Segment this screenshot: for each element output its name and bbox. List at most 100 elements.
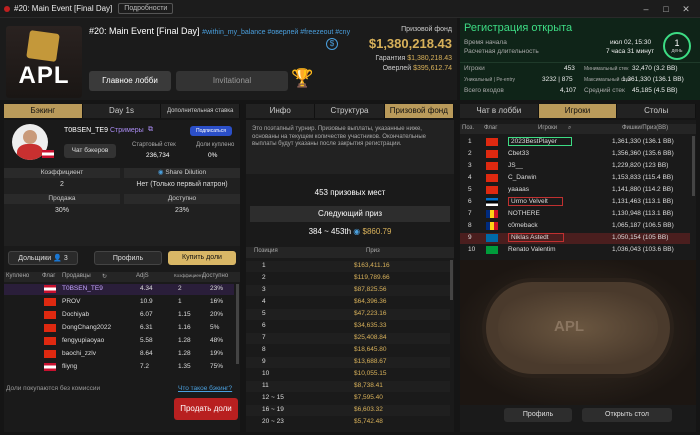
- cn-flag-icon: [486, 138, 498, 146]
- maximize-icon[interactable]: □: [660, 3, 672, 15]
- open-table-button[interactable]: Открыть стол: [582, 408, 672, 422]
- what-is-backing-link[interactable]: Что такое бэкинг?: [178, 385, 232, 392]
- scrollbar[interactable]: [236, 284, 239, 364]
- prize-amount: $5,742.48: [354, 418, 383, 425]
- tab-side-bet[interactable]: Дополнительная ставка: [161, 104, 241, 118]
- tab-info[interactable]: Инфо: [246, 104, 316, 118]
- table-row[interactable]: 1 2023BestPlayer 1,361,330 (136.1 BB): [460, 137, 690, 148]
- col-sellers[interactable]: Продавцы: [62, 273, 91, 279]
- table-row[interactable]: 4 C_Darwin 1,153,833 (115.4 BB): [460, 173, 690, 184]
- table-row: 2 $119,789.66: [246, 273, 450, 284]
- table-row[interactable]: fengyupiaoyao 5.58 1.28 48%: [4, 336, 234, 347]
- tab-tables[interactable]: Столы: [617, 104, 697, 118]
- table-row[interactable]: 7 NOTHERE 1,130,948 (113.1 BB): [460, 209, 690, 220]
- trophy-icon: 🏆: [291, 68, 314, 88]
- table-row[interactable]: 10 Renato Valentim 1,036,043 (103.6 BB): [460, 245, 690, 256]
- col-adjs[interactable]: AdjS: [136, 273, 149, 279]
- table-row[interactable]: T0BSEN_TE9 4.34 2 23%: [4, 284, 234, 295]
- scrollbar[interactable]: [450, 260, 453, 300]
- player-name: yaaaas: [508, 186, 529, 193]
- col-chips[interactable]: Фишки/Приз(BB): [622, 125, 668, 131]
- seller-coefficient: 1: [178, 298, 182, 305]
- prize-amount: $6,603.32: [354, 406, 383, 413]
- col-bought[interactable]: Куплено: [6, 273, 29, 279]
- shareholders-count: 3: [63, 255, 68, 262]
- table-logo: APL: [554, 318, 584, 335]
- prize-amount: $34,635.33: [354, 322, 387, 329]
- close-icon[interactable]: ✕: [680, 3, 692, 15]
- table-row[interactable]: 2 Cbet33 1,356,360 (135.6 BB): [460, 149, 690, 160]
- table-row[interactable]: Dochiyab 6.07 1.15 20%: [4, 310, 234, 321]
- backers-chat-button[interactable]: Чат бэкеров: [64, 144, 116, 158]
- sell-shares-button[interactable]: Продать доли: [174, 398, 238, 420]
- profile-button[interactable]: Профиль: [94, 251, 162, 265]
- seller-adj: 6.31: [140, 324, 153, 331]
- seller-available: 20%: [210, 311, 224, 318]
- tab-prize-pool[interactable]: Призовой фонд: [384, 104, 454, 118]
- search-icon[interactable]: ⌕: [568, 125, 571, 132]
- table-row[interactable]: 8 c0meback 1,065,187 (106.5 BB): [460, 221, 690, 232]
- tab-players[interactable]: Игроки: [538, 104, 618, 118]
- refresh-icon[interactable]: ↻: [102, 273, 107, 280]
- table-row[interactable]: DongChang2022 6.31 1.16 5%: [4, 323, 234, 334]
- main-lobby-button[interactable]: Главное лобби: [89, 71, 171, 91]
- col-pos[interactable]: Поз.: [462, 125, 474, 131]
- streamers-link[interactable]: Стримеры: [110, 127, 144, 134]
- seller-coefficient: 1.16: [178, 324, 191, 331]
- prize-position: 16 ~ 19: [262, 406, 284, 413]
- table-row: 5 $47,223.16: [246, 309, 450, 320]
- minimize-icon[interactable]: –: [640, 3, 652, 15]
- table-row[interactable]: 9 Niklas Astedt 1,050,154 (105 BB): [460, 233, 690, 244]
- cn-flag-icon: [486, 186, 498, 194]
- col-flag[interactable]: Флаг: [42, 273, 55, 279]
- sellers-table-header: Куплено Флаг Продавцы ↻ AdjS Коэффициент…: [4, 272, 240, 282]
- registration-status: Регистрация открыта: [464, 22, 573, 34]
- table-row[interactable]: 5 yaaaas 1,141,880 (114.2 BB): [460, 185, 690, 196]
- table-row[interactable]: PROV 10.9 1 16%: [4, 297, 234, 308]
- coin-icon: ◉: [353, 227, 363, 236]
- left-tabs: Бэкинг Day 1s Дополнительная ставка: [4, 104, 241, 118]
- registration-panel: Регистрация открыта Время начала июл 02,…: [460, 18, 700, 100]
- col-flag[interactable]: Флаг: [484, 125, 497, 131]
- tab-backing[interactable]: Бэкинг: [4, 104, 83, 118]
- external-link-icon[interactable]: ⧉: [148, 126, 153, 134]
- player-profile-button[interactable]: Профиль: [504, 408, 572, 422]
- col-coefficient[interactable]: Коэффициент: [174, 273, 203, 278]
- player-name: Cbet33: [508, 150, 529, 157]
- scrollbar[interactable]: [692, 136, 695, 196]
- details-button[interactable]: Подробности: [118, 3, 174, 14]
- tab-lobby-chat[interactable]: Чат в лобби: [460, 104, 539, 118]
- tab-structure[interactable]: Структура: [315, 104, 385, 118]
- subscribe-button[interactable]: Подписаться: [190, 126, 232, 136]
- seller-available: 19%: [210, 350, 224, 357]
- col-position: Позиция: [254, 248, 278, 254]
- right-tabs: Чат в лобби Игроки Столы: [460, 104, 697, 118]
- table-row[interactable]: baochi_zzlv 8.64 1.28 19%: [4, 349, 234, 360]
- player-chips: 1,065,187 (106.5 BB): [612, 222, 674, 229]
- start-stack-label: Стартовый стек: [132, 142, 176, 148]
- col-players[interactable]: Игроки: [538, 125, 557, 131]
- tab-day1s[interactable]: Day 1s: [82, 104, 162, 118]
- duration: 7 часа 31 минут: [606, 48, 655, 55]
- app-icon: [4, 5, 10, 12]
- player-position: 3: [468, 162, 472, 169]
- invitational-button[interactable]: Invitational: [176, 71, 288, 91]
- table-row[interactable]: fliyng 7.2 1.35 75%: [4, 362, 234, 373]
- at-flag-icon: [44, 363, 56, 371]
- start-time: июл 02, 15:30: [610, 39, 652, 46]
- shareholders-button[interactable]: Дольщики 👤 3: [8, 251, 78, 265]
- max-stack: 1,361,330 (136.1 BB): [622, 76, 684, 83]
- next-prize-value: $860.79: [362, 227, 392, 236]
- table-row[interactable]: 3 JS__ 1,229,820 (123 BB): [460, 161, 690, 172]
- player-chips: 1,036,043 (103.6 BB): [612, 246, 674, 253]
- table-row[interactable]: 6 Urmo Velvelt 1,131,463 (113.1 BB): [460, 197, 690, 208]
- table-preview[interactable]: APL: [460, 260, 696, 405]
- player-position: 6: [468, 198, 472, 205]
- prize-amount: $25,408.84: [354, 334, 387, 341]
- seller-coefficient: 1.35: [178, 363, 191, 370]
- col-available[interactable]: Доступно: [202, 273, 228, 279]
- min-stack-label: Минимальный стек: [584, 66, 629, 72]
- prize-table-header: Позиция Приз: [246, 247, 454, 258]
- table-felt: APL: [498, 292, 658, 364]
- buy-shares-button[interactable]: Купить доли: [168, 251, 236, 265]
